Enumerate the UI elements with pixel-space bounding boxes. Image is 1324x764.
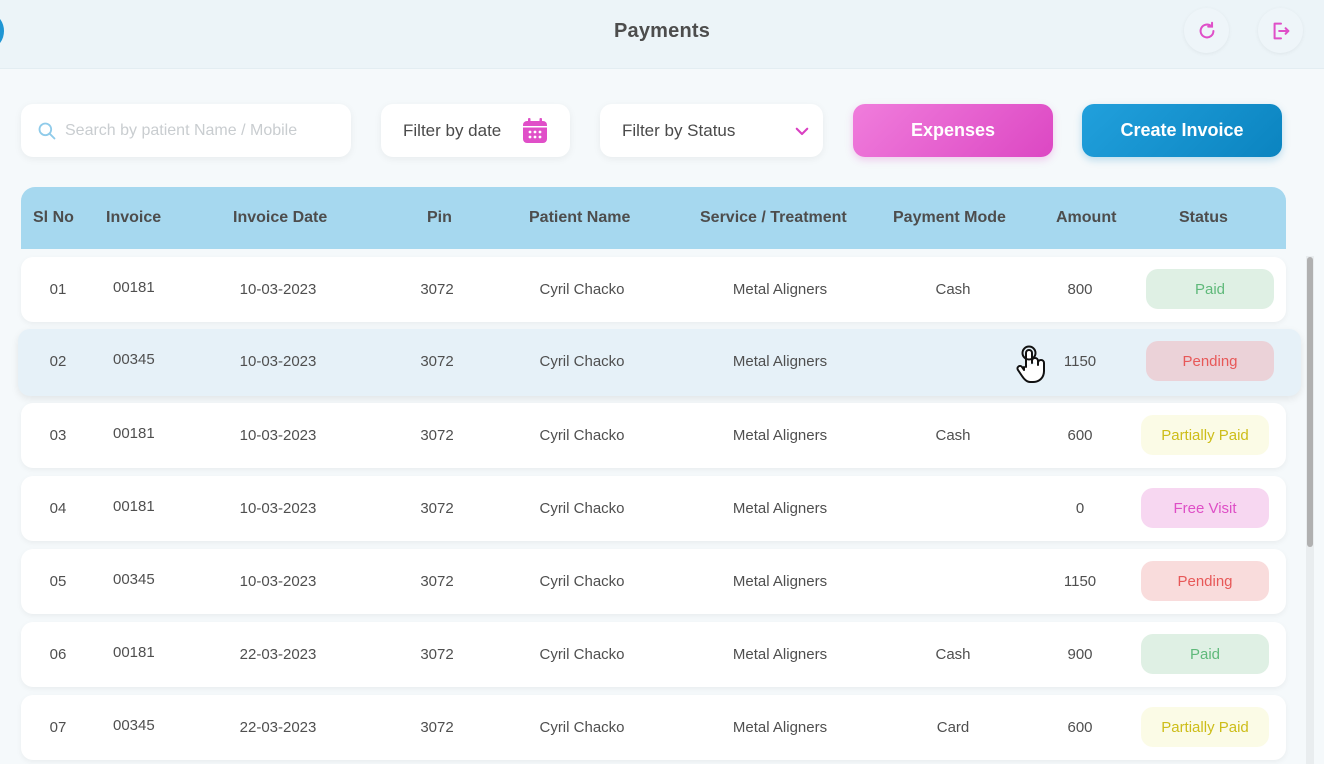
cell-patient-name: Cyril Chacko	[539, 281, 625, 298]
status-badge[interactable]: Paid	[1141, 634, 1269, 674]
column-header-sl-no[interactable]: Sl No	[33, 209, 74, 227]
cell-invoice: 00181	[113, 425, 155, 442]
column-header-patient-name[interactable]: Patient Name	[529, 209, 630, 227]
cell-patient-name: Cyril Chacko	[539, 427, 625, 444]
cell-invoice-date: 10-03-2023	[239, 573, 317, 590]
column-header-service[interactable]: Service / Treatment	[700, 209, 847, 227]
cell-patient-name: Cyril Chacko	[539, 646, 625, 663]
calendar-icon[interactable]	[521, 117, 549, 145]
cell-service: Metal Aligners	[732, 719, 828, 736]
table-row[interactable]: 06 00181 22-03-2023 3072 Cyril Chacko Metal A…	[21, 622, 1286, 687]
cell-amount: 800	[1067, 281, 1093, 298]
expenses-button[interactable]: Expenses	[853, 104, 1053, 157]
cell-payment-mode: Cash	[935, 427, 971, 444]
create-invoice-button[interactable]: Create Invoice	[1082, 104, 1282, 157]
cell-patient-name: Cyril Chacko	[539, 353, 625, 370]
cell-payment-mode: Card	[936, 719, 970, 736]
cell-amount: 900	[1067, 646, 1093, 663]
table-row[interactable]: 02 00345 10-03-2023 3072 Cyril Chacko Metal A…	[18, 329, 1301, 396]
column-header-invoice-date[interactable]: Invoice Date	[233, 209, 327, 227]
date-filter[interactable]: Filter by date	[381, 104, 570, 157]
cell-invoice: 00181	[113, 279, 155, 296]
cell-pin: 3072	[420, 281, 454, 298]
status-filter-label: Filter by Status	[622, 120, 736, 140]
status-badge[interactable]: Paid	[1146, 269, 1274, 309]
cell-service: Metal Aligners	[732, 573, 828, 590]
cell-service: Metal Aligners	[732, 500, 828, 517]
cell-pin: 3072	[420, 573, 454, 590]
cell-patient-name: Cyril Chacko	[539, 573, 625, 590]
logout-icon	[1273, 22, 1289, 39]
cell-invoice-date: 10-03-2023	[239, 353, 317, 370]
cell-invoice-date: 22-03-2023	[239, 719, 317, 736]
cell-sl-no: 04	[49, 500, 67, 517]
table-row[interactable]: 04 00181 10-03-2023 3072 Cyril Chacko Metal A…	[21, 476, 1286, 541]
cell-service: Metal Aligners	[732, 646, 828, 663]
status-badge[interactable]: Partially Paid	[1141, 707, 1269, 747]
column-header-invoice[interactable]: Invoice	[106, 209, 161, 227]
cell-patient-name: Cyril Chacko	[539, 500, 625, 517]
table-row[interactable]: 03 00181 10-03-2023 3072 Cyril Chacko Metal A…	[21, 403, 1286, 468]
cell-invoice-date: 10-03-2023	[239, 281, 317, 298]
cell-sl-no: 05	[49, 573, 67, 590]
cell-amount: 600	[1067, 719, 1093, 736]
cell-invoice: 00345	[113, 571, 155, 588]
top-bar: Payments	[0, 0, 1324, 69]
cell-pin: 3072	[420, 353, 454, 370]
table-row[interactable]: 07 00345 22-03-2023 3072 Cyril Chacko Metal A…	[21, 695, 1286, 760]
column-header-amount[interactable]: Amount	[1056, 209, 1116, 227]
table-row[interactable]: 05 00345 10-03-2023 3072 Cyril Chacko Metal A…	[21, 549, 1286, 614]
cell-invoice: 00345	[113, 351, 155, 368]
cell-patient-name: Cyril Chacko	[539, 719, 625, 736]
cell-sl-no: 03	[49, 427, 67, 444]
cell-service: Metal Aligners	[732, 427, 828, 444]
cell-amount: 1150	[1063, 353, 1097, 370]
status-badge[interactable]: Pending	[1146, 341, 1274, 381]
cell-invoice-date: 10-03-2023	[239, 427, 317, 444]
cell-pin: 3072	[420, 500, 454, 517]
cell-invoice: 00181	[113, 644, 155, 661]
status-badge[interactable]: Free Visit	[1141, 488, 1269, 528]
table-row[interactable]: 01 00181 10-03-2023 3072 Cyril Chacko Metal A…	[21, 257, 1286, 322]
cell-invoice-date: 10-03-2023	[239, 500, 317, 517]
cell-service: Metal Aligners	[732, 281, 828, 298]
hand-cursor-icon	[1016, 345, 1045, 383]
search-box[interactable]	[21, 104, 351, 157]
table-header: Sl No Invoice Invoice Date Pin Patient N…	[21, 187, 1286, 249]
status-filter-dropdown[interactable]: Filter by Status	[600, 104, 823, 157]
cell-pin: 3072	[420, 646, 454, 663]
cell-payment-mode: Cash	[935, 646, 971, 663]
cell-invoice: 00181	[113, 498, 155, 515]
cell-amount: 0	[1075, 500, 1085, 517]
column-header-payment-mode[interactable]: Payment Mode	[893, 209, 1006, 227]
page-title: Payments	[613, 20, 711, 42]
column-header-status[interactable]: Status	[1179, 209, 1228, 227]
refresh-icon	[1199, 21, 1214, 38]
cell-amount: 1150	[1063, 573, 1097, 590]
cell-pin: 3072	[420, 719, 454, 736]
cell-sl-no: 01	[49, 281, 67, 298]
cell-sl-no: 02	[49, 353, 67, 370]
cell-service: Metal Aligners	[732, 353, 828, 370]
chevron-down-icon	[795, 127, 809, 135]
logout-button[interactable]	[1258, 8, 1303, 53]
search-input[interactable]	[65, 121, 335, 140]
cell-pin: 3072	[420, 427, 454, 444]
status-badge[interactable]: Partially Paid	[1141, 415, 1269, 455]
status-badge[interactable]: Pending	[1141, 561, 1269, 601]
cell-payment-mode: Cash	[935, 281, 971, 298]
refresh-button[interactable]	[1184, 8, 1229, 53]
date-filter-label: Filter by date	[403, 120, 502, 140]
column-header-pin[interactable]: Pin	[427, 209, 452, 227]
search-icon	[38, 122, 56, 139]
scrollbar-thumb[interactable]	[1307, 257, 1313, 547]
cell-sl-no: 06	[49, 646, 67, 663]
cell-invoice-date: 22-03-2023	[239, 646, 317, 663]
cell-invoice: 00345	[113, 717, 155, 734]
cell-sl-no: 07	[49, 719, 67, 736]
cell-amount: 600	[1067, 427, 1093, 444]
